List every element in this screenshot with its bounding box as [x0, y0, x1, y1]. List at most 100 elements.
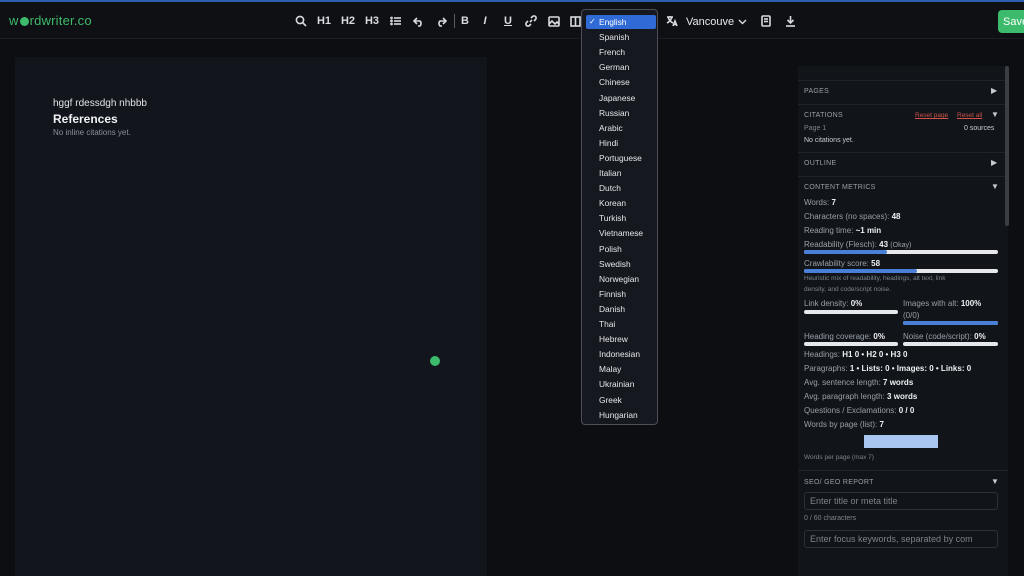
words-per-page-caption: Words per page (max 7) — [804, 454, 874, 461]
language-option[interactable]: Turkish — [586, 211, 656, 225]
meta-title-input[interactable]: Enter title or meta title — [804, 492, 998, 510]
metrics-section-header[interactable]: CONTENT METRICS — [804, 184, 876, 191]
crawlability-metric: Crawlability score: 58 — [804, 259, 881, 268]
link-icon — [525, 15, 537, 27]
language-option[interactable]: Hebrew — [586, 332, 656, 346]
language-option[interactable]: Ukrainian — [586, 377, 656, 391]
images-alt-bar — [903, 321, 998, 325]
language-option[interactable]: Dutch — [586, 181, 656, 195]
underline-button[interactable]: U — [500, 11, 516, 31]
download-button[interactable] — [781, 11, 799, 31]
title-char-count: 0 / 60 characters — [804, 515, 857, 522]
language-option[interactable]: Indonesian — [586, 347, 656, 361]
heading1-button[interactable]: H1 — [315, 11, 333, 31]
references-heading: References — [53, 112, 118, 126]
list-icon — [390, 16, 401, 26]
side-panel: PAGES ▶ CITATIONS Reset page Reset all ▼… — [798, 66, 1008, 576]
translate-icon — [666, 16, 678, 27]
heading2-button[interactable]: H2 — [339, 11, 357, 31]
images-alt-bar-fill — [903, 321, 998, 325]
save-button[interactable]: Save — [998, 10, 1024, 33]
language-option[interactable]: Spanish — [586, 30, 656, 44]
heading3-button[interactable]: H3 — [363, 11, 381, 31]
citations-page-label: Page 1 — [804, 125, 827, 132]
language-option[interactable]: Portuguese — [586, 151, 656, 165]
caret-down-icon[interactable]: ▼ — [991, 182, 999, 191]
link-button[interactable] — [522, 11, 540, 31]
language-option[interactable]: Italian — [586, 166, 656, 180]
toolbar-divider — [454, 14, 455, 28]
references-note: No inline citations yet. — [53, 128, 131, 137]
language-option[interactable]: Swedish — [586, 257, 656, 271]
crawlability-bar — [804, 269, 998, 273]
reading-time-metric: Reading time: ~1 min — [804, 226, 882, 235]
export-doc-button[interactable] — [757, 11, 775, 31]
pages-section-header[interactable]: PAGES — [804, 88, 829, 95]
caret-right-icon[interactable]: ▶ — [991, 86, 997, 95]
language-option[interactable]: Vietnamese — [586, 226, 656, 240]
caret-down-icon[interactable]: ▼ — [991, 477, 999, 486]
seo-section-header[interactable]: SEO/ GEO REPORT — [804, 479, 874, 486]
search-button[interactable] — [292, 11, 310, 31]
logo-dot-icon — [19, 17, 29, 26]
table-icon — [569, 15, 581, 27]
image-button[interactable] — [545, 11, 563, 31]
language-option[interactable]: Arabic — [586, 121, 656, 135]
heading-coverage-bar — [804, 342, 898, 346]
words-per-page-bar — [864, 435, 938, 448]
language-option[interactable]: Chinese — [586, 75, 656, 89]
panel-divider — [798, 152, 1008, 153]
images-alt-metric: Images with alt: 100% — [903, 299, 982, 308]
redo-icon — [438, 16, 447, 27]
reset-all-link[interactable]: Reset all — [957, 112, 982, 119]
language-option[interactable]: Malay — [586, 362, 656, 376]
panel-divider — [798, 470, 1008, 471]
translate-button[interactable] — [663, 11, 681, 31]
table-button[interactable] — [568, 11, 582, 31]
link-density-bar — [804, 310, 898, 314]
language-option[interactable]: Thai — [586, 317, 656, 331]
readability-bar — [804, 250, 998, 254]
language-option[interactable]: Greek — [586, 393, 656, 407]
document-icon — [760, 15, 771, 27]
caret-down-icon[interactable]: ▼ — [991, 110, 999, 119]
language-option[interactable]: French — [586, 45, 656, 59]
language-option[interactable]: Finnish — [586, 287, 656, 301]
bold-button[interactable]: B — [457, 11, 473, 31]
language-option[interactable]: Japanese — [586, 91, 656, 105]
crawlability-desc-1: Heuristic mix of readability, headings, … — [804, 275, 946, 282]
language-option[interactable]: Danish — [586, 302, 656, 316]
language-option[interactable]: Korean — [586, 196, 656, 210]
download-icon — [785, 16, 795, 27]
outline-section-header[interactable]: OUTLINE — [804, 160, 836, 167]
sources-count: 0 sources — [964, 125, 995, 132]
collaborator-cursor-icon — [430, 356, 440, 366]
app-logo[interactable]: w rdwriter.co — [9, 13, 92, 28]
language-option[interactable]: Hindi — [586, 136, 656, 150]
panel-divider — [798, 176, 1008, 177]
language-option[interactable]: Hungarian — [586, 408, 656, 422]
bullet-list-button[interactable] — [387, 11, 405, 31]
italic-button[interactable]: I — [477, 11, 493, 31]
undo-icon — [413, 16, 422, 27]
language-dropdown[interactable]: ✓ English Spanish French German Chinese Japane… — [581, 9, 658, 425]
language-option[interactable]: German — [586, 60, 656, 74]
language-option[interactable]: Norwegian — [586, 272, 656, 286]
citations-section-header[interactable]: CITATIONS — [804, 112, 843, 119]
words-by-page-metric: Words by page (list): 7 — [804, 420, 884, 429]
paragraphs-metric: Paragraphs: 1 • Lists: 0 • Images: 0 • L… — [804, 364, 972, 373]
panel-scrollbar[interactable] — [1005, 66, 1009, 226]
editor-body-text[interactable]: hggf rdessdgh nhbbb — [53, 98, 147, 109]
language-option[interactable]: Russian — [586, 106, 656, 120]
language-option[interactable]: ✓ English — [586, 15, 656, 29]
voice-select[interactable]: Vancouve — [686, 12, 754, 32]
redo-button[interactable] — [432, 11, 450, 31]
focus-keywords-input[interactable]: Enter focus keywords, separated by com — [804, 530, 998, 548]
toolbar: w rdwriter.co H1 H2 H3 B I U Vancouve Sav… — [0, 2, 1024, 39]
editor-page[interactable]: hggf rdessdgh nhbbb References No inline… — [15, 57, 487, 576]
reset-page-link[interactable]: Reset page — [915, 112, 948, 119]
caret-right-icon[interactable]: ▶ — [991, 158, 997, 167]
undo-button[interactable] — [410, 11, 428, 31]
language-option[interactable]: Polish — [586, 242, 656, 256]
crawlability-desc-2: density, and code/script noise. — [804, 286, 891, 293]
